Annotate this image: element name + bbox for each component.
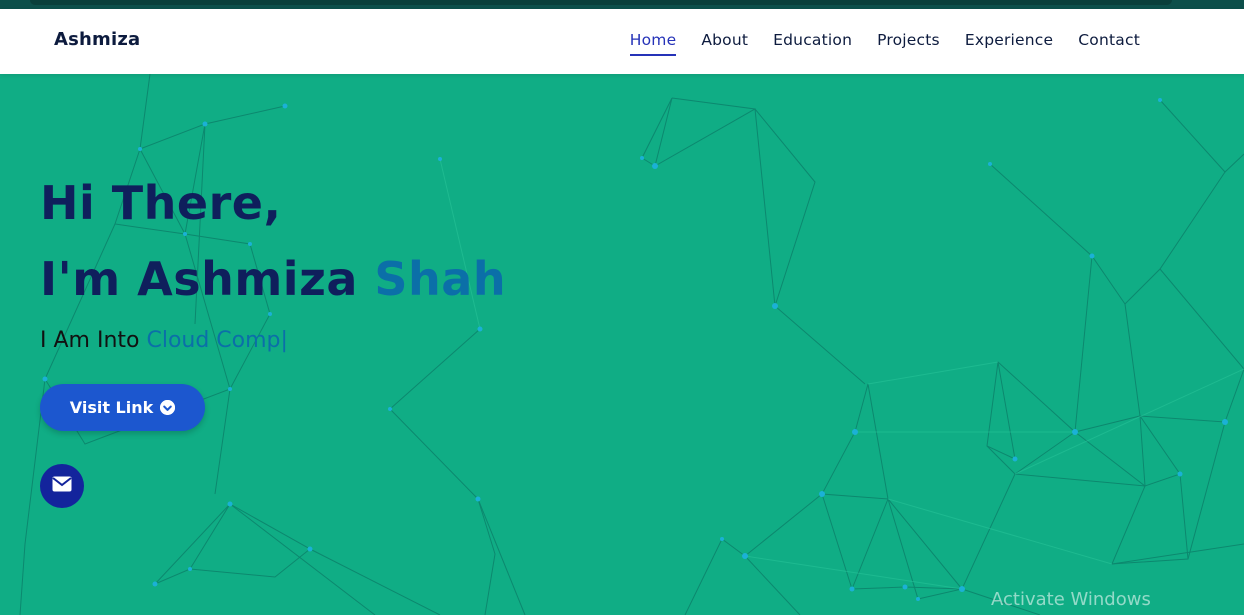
- activate-windows-watermark: Activate Windows: [991, 589, 1151, 610]
- nav-link-education[interactable]: Education: [773, 31, 852, 56]
- hero-name: I'm Ashmiza Shah: [40, 252, 506, 306]
- hero-greeting: Hi There,: [40, 176, 282, 230]
- typed-text: Cloud Comp: [146, 328, 281, 353]
- visit-link-label: Visit Link: [69, 398, 154, 417]
- hero-name-prefix: I'm Ashmiza: [40, 252, 375, 306]
- typing-prefix: I Am Into: [40, 328, 147, 353]
- nav-link-contact[interactable]: Contact: [1078, 31, 1140, 56]
- nav-link-experience[interactable]: Experience: [965, 31, 1053, 56]
- browser-top-strip: [0, 0, 1244, 9]
- visit-link-button[interactable]: Visit Link: [40, 384, 205, 431]
- envelope-icon: [52, 476, 72, 496]
- nav-link-about[interactable]: About: [701, 31, 748, 56]
- email-button[interactable]: [40, 464, 84, 508]
- brand-logo[interactable]: Ashmiza: [54, 29, 140, 50]
- typing-line: I Am Into Cloud Comp|: [40, 328, 288, 353]
- hero-name-accent: Shah: [374, 252, 507, 306]
- chevron-circle-down-icon: [160, 400, 176, 415]
- nav-link-projects[interactable]: Projects: [877, 31, 940, 56]
- typing-cursor: |: [280, 328, 288, 353]
- nav-links: Home About Education Projects Experience…: [629, 31, 1140, 56]
- nav-link-home[interactable]: Home: [629, 31, 677, 56]
- navbar: Ashmiza Home About Education Projects Ex…: [0, 9, 1244, 74]
